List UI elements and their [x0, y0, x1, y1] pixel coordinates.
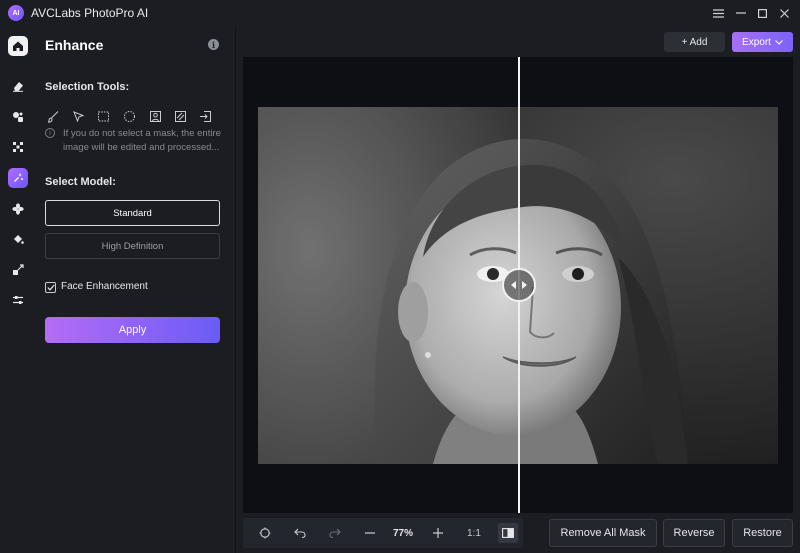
zoom-in-icon[interactable] [428, 518, 448, 548]
actual-size-button[interactable]: 1:1 [461, 518, 487, 548]
export-button[interactable]: Export [732, 32, 793, 52]
app-logo: AI [8, 5, 24, 21]
panel-divider [235, 26, 236, 553]
replace-icon[interactable] [8, 107, 28, 127]
remove-all-mask-button[interactable]: Remove All Mask [549, 519, 657, 547]
minimize-icon[interactable] [731, 4, 751, 22]
arrow-left-icon [511, 281, 516, 289]
add-button[interactable]: + Add [664, 32, 725, 52]
title-bar: AI AVCLabs PhotoPro AI [0, 0, 800, 26]
resize-icon[interactable] [8, 260, 28, 280]
apply-button[interactable]: Apply [45, 317, 220, 343]
reverse-button[interactable]: Reverse [663, 519, 725, 547]
image-canvas[interactable] [243, 57, 793, 513]
arrow-right-icon [522, 281, 527, 289]
maximize-icon[interactable] [752, 4, 772, 22]
fill-icon[interactable] [8, 229, 28, 249]
adjust-icon[interactable] [8, 290, 28, 310]
face-enhancement-label: Face Enhancement [61, 281, 148, 292]
restore-button[interactable]: Restore [732, 519, 793, 547]
remove-background-icon[interactable] [8, 137, 28, 157]
rectangle-select-icon[interactable] [95, 108, 111, 124]
chevron-down-icon [775, 39, 783, 45]
fit-screen-icon[interactable] [255, 518, 275, 548]
brush-icon[interactable] [45, 108, 61, 124]
pointer-select-icon[interactable] [70, 108, 86, 124]
app-title: AVCLabs PhotoPro AI [31, 6, 149, 20]
hint-info-icon: i [45, 128, 55, 138]
tool-rail [0, 26, 35, 553]
redo-icon[interactable] [325, 518, 345, 548]
bottom-toolbar: 77% 1:1 [243, 518, 523, 548]
info-icon[interactable]: i [208, 39, 219, 50]
model-standard-button[interactable]: Standard [45, 200, 220, 226]
home-icon[interactable] [8, 36, 28, 56]
background-select-icon[interactable] [172, 108, 188, 124]
enhance-icon[interactable] [8, 168, 28, 188]
menu-icon[interactable] [708, 4, 728, 22]
portrait-select-icon[interactable] [147, 108, 163, 124]
selection-tools-label: Selection Tools: [45, 81, 130, 93]
eraser-icon[interactable] [8, 76, 28, 96]
compare-view-icon[interactable] [498, 523, 518, 543]
import-mask-icon[interactable] [197, 108, 213, 124]
mask-hint-text: If you do not select a mask, the entire … [63, 128, 221, 153]
zoom-out-icon[interactable] [360, 518, 380, 548]
colorize-icon[interactable] [8, 199, 28, 219]
compare-slider-handle[interactable] [502, 268, 536, 302]
export-label: Export [742, 36, 771, 48]
workspace-toolbar: + Add Export [236, 26, 800, 57]
close-icon[interactable] [774, 4, 794, 22]
enhance-panel: Enhance i Selection Tools: i If you do n… [35, 26, 235, 553]
select-model-label: Select Model: [45, 176, 116, 188]
undo-icon[interactable] [290, 518, 310, 548]
model-high-definition-button[interactable]: High Definition [45, 233, 220, 259]
panel-title: Enhance [45, 37, 104, 53]
ellipse-select-icon[interactable] [121, 108, 137, 124]
zoom-level: 77% [392, 527, 413, 539]
face-enhancement-checkbox[interactable] [45, 282, 56, 293]
